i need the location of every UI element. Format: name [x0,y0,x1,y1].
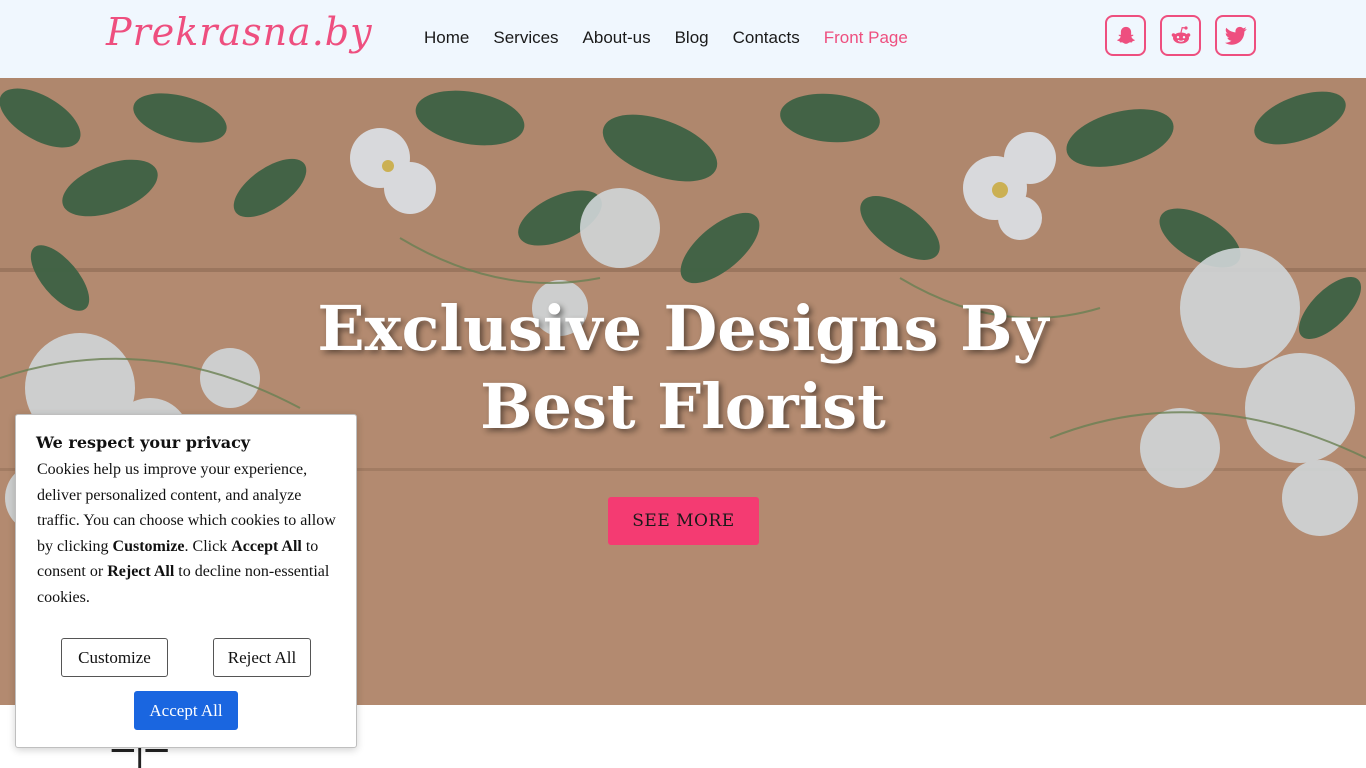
customize-button[interactable]: Customize [61,638,168,677]
cookie-text-part-2: . Click [184,537,232,555]
snapchat-button[interactable] [1105,15,1146,56]
social-links [1105,15,1256,56]
twitter-icon [1224,26,1247,45]
main-nav: Home Services About-us Blog Contacts Fro… [424,28,908,48]
site-header: Prekrasna.by Home Services About-us Blog… [0,0,1366,78]
nav-item-contacts[interactable]: Contacts [733,28,800,48]
nav-item-front-page[interactable]: Front Page [824,28,908,48]
cookie-text-accept-all: Accept All [231,537,302,555]
hero-title: Exclusive Designs By Best Florist [283,290,1083,446]
nav-item-home[interactable]: Home [424,28,469,48]
nav-item-about-us[interactable]: About-us [583,28,651,48]
twitter-button[interactable] [1215,15,1256,56]
see-more-button[interactable]: SEE MORE [608,497,759,545]
nav-item-services[interactable]: Services [493,28,558,48]
site-logo[interactable]: Prekrasna.by [106,10,373,54]
cookie-text-customize: Customize [112,537,185,555]
cookie-consent-dialog: We respect your privacy Cookies help us … [15,414,357,748]
nav-item-blog[interactable]: Blog [675,28,709,48]
reddit-button[interactable] [1160,15,1201,56]
cookie-text-reject-all: Reject All [107,563,175,581]
hero-title-line-2: Best Florist [480,370,886,443]
reddit-icon [1171,25,1190,43]
reject-all-button[interactable]: Reject All [213,638,311,677]
cookie-dialog-title: We respect your privacy [36,433,251,452]
cookie-dialog-text: Cookies help us improve your experience,… [37,457,342,611]
snapchat-icon [1116,26,1135,44]
accept-all-button[interactable]: Accept All [134,691,238,730]
hero-title-line-1: Exclusive Designs By [317,292,1049,365]
